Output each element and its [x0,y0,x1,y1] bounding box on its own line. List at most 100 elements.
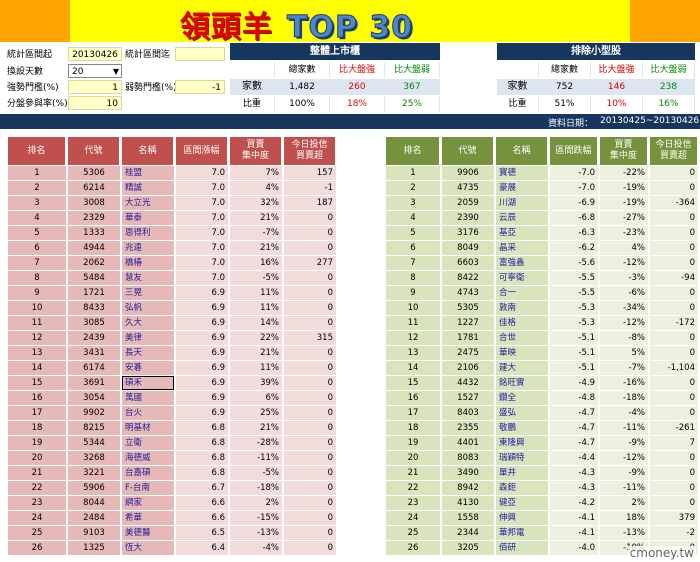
table-cell-code[interactable]: 4944 [68,241,120,255]
table-cell-range[interactable]: -5.1 [550,331,598,345]
table-cell-trust[interactable]: 0 [650,406,698,420]
table-cell-trust[interactable]: 0 [284,496,336,510]
table-row[interactable]: 3 2059 川湖 -6.9 -19% -364 [386,196,698,211]
table-cell-range[interactable]: 7.0 [176,181,228,195]
table-cell-code[interactable]: 5305 [442,301,494,315]
table-cell-code[interactable]: 5906 [68,481,120,495]
table-cell-rank[interactable]: 8 [8,271,66,285]
table-row[interactable]: 16 1527 鑽全 -4.8 -18% 0 [386,391,698,406]
table-cell-name[interactable]: 森鉅 [496,481,548,495]
table-cell-trust[interactable]: 0 [650,211,698,225]
table-row[interactable]: 19 5344 立衛 6.8 -28% 0 [8,436,336,451]
table-cell-code[interactable]: 4401 [442,436,494,450]
table-row[interactable]: 13 3431 長天 6.9 21% 0 [8,346,336,361]
table-cell-range[interactable]: -5.1 [550,346,598,360]
table-cell-trust[interactable]: -261 [650,421,698,435]
table-cell-name[interactable]: 三晃 [122,286,174,300]
table-cell-range[interactable]: -4.7 [550,421,598,435]
table-cell-code[interactable]: 3085 [68,316,120,330]
table-cell-rank[interactable]: 24 [8,511,66,525]
table-cell-trust[interactable]: 0 [284,346,336,360]
table-cell-trust[interactable]: 0 [650,451,698,465]
table-cell-concentration[interactable]: 2% [600,496,648,510]
table-cell-code[interactable]: 3205 [442,541,494,555]
table-cell-code[interactable]: 2062 [68,256,120,270]
table-cell-rank[interactable]: 15 [386,376,440,390]
table-cell-name[interactable]: 大立光 [122,196,174,210]
table-cell-range[interactable]: 6.8 [176,421,228,435]
table-cell-concentration[interactable]: 5% [600,346,648,360]
table-cell-concentration[interactable]: 39% [230,376,282,390]
table-cell-name[interactable]: 豪展 [496,181,548,195]
table-cell-range[interactable]: 6.9 [176,376,228,390]
table-cell-name[interactable]: 可寧衛 [496,271,548,285]
table-row[interactable]: 18 8215 明基材 6.8 21% 0 [8,421,336,436]
table-cell-name[interactable]: 川湖 [496,196,548,210]
table-cell-trust[interactable]: 0 [650,331,698,345]
table-cell-concentration[interactable]: -19% [600,196,648,210]
right-header-trust[interactable]: 今日投信 買賣超 [650,137,698,165]
table-cell-code[interactable]: 3691 [68,376,120,390]
table-cell-name[interactable]: 晶采 [496,241,548,255]
table-cell-concentration[interactable]: -28% [230,436,282,450]
table-cell-range[interactable]: 6.9 [176,316,228,330]
table-cell-code[interactable]: 9103 [68,526,120,540]
table-cell-code[interactable]: 1325 [68,541,120,555]
table-cell-code[interactable]: 3268 [68,451,120,465]
table-cell-name[interactable]: 基亞 [496,226,548,240]
table-cell-code[interactable]: 2329 [68,211,120,225]
table-cell-range[interactable]: 7.0 [176,211,228,225]
table-row[interactable]: 11 3085 久大 6.9 14% 0 [8,316,336,331]
table-cell-concentration[interactable]: 25% [230,406,282,420]
table-cell-name[interactable]: F-台南 [122,481,174,495]
table-cell-range[interactable]: -5.5 [550,286,598,300]
table-cell-name[interactable]: 盛弘 [496,406,548,420]
table-cell-range[interactable]: 6.7 [176,481,228,495]
table-cell-rank[interactable]: 6 [386,241,440,255]
table-cell-range[interactable]: -5.3 [550,316,598,330]
table-cell-concentration[interactable]: -4% [230,541,282,555]
table-cell-code[interactable]: 8942 [442,481,494,495]
table-cell-trust[interactable]: 0 [650,376,698,390]
chevron-down-icon[interactable]: ▼ [113,65,119,77]
table-cell-trust[interactable]: 0 [650,301,698,315]
left-header-name[interactable]: 名稱 [122,137,174,165]
table-cell-range[interactable]: -4.8 [550,391,598,405]
table-cell-concentration[interactable]: -19% [600,181,648,195]
table-cell-trust[interactable]: -94 [650,271,698,285]
right-header-range[interactable]: 區間跌幅 [550,137,598,165]
table-cell-trust[interactable]: 0 [284,241,336,255]
table-cell-range[interactable]: 6.9 [176,286,228,300]
table-row[interactable]: 6 4944 兆遠 7.0 21% 0 [8,241,336,256]
table-cell-concentration[interactable]: 21% [230,421,282,435]
table-cell-range[interactable]: 6.9 [176,331,228,345]
table-cell-concentration[interactable]: -13% [230,526,282,540]
table-cell-name[interactable]: 合世 [496,331,548,345]
left-header-trust[interactable]: 今日投信 買賣超 [284,137,336,165]
table-row[interactable]: 8 5484 慧友 7.0 -5% 0 [8,271,336,286]
table-row[interactable]: 23 4130 健亞 -4.2 2% 0 [386,496,698,511]
table-cell-concentration[interactable]: -18% [230,481,282,495]
table-row[interactable]: 7 2062 橋椿 7.0 16% 277 [8,256,336,271]
table-cell-trust[interactable]: 0 [650,286,698,300]
table-cell-concentration[interactable]: -16% [600,376,648,390]
table-cell-name[interactable]: 富強鑫 [496,256,548,270]
table-cell-range[interactable]: -7.0 [550,166,598,180]
table-cell-rank[interactable]: 26 [8,541,66,555]
table-cell-concentration[interactable]: -11% [600,481,648,495]
table-cell-rank[interactable]: 21 [386,466,440,480]
table-cell-rank[interactable]: 6 [8,241,66,255]
table-cell-rank[interactable]: 1 [8,166,66,180]
table-cell-name[interactable]: 精誠 [122,181,174,195]
table-row[interactable]: 5 3176 基亞 -6.3 -23% 0 [386,226,698,241]
table-cell-rank[interactable]: 26 [386,541,440,555]
table-cell-trust[interactable]: 0 [650,391,698,405]
table-row[interactable]: 1 5306 桂盟 7.0 7% 157 [8,166,336,181]
table-cell-trust[interactable]: 0 [650,346,698,360]
table-cell-trust[interactable]: 0 [284,421,336,435]
table-cell-concentration[interactable]: -6% [600,286,648,300]
table-row[interactable]: 7 6603 富強鑫 -5.6 -12% 0 [386,256,698,271]
table-cell-name[interactable]: 佰研 [496,541,548,555]
table-cell-concentration[interactable]: -4% [600,406,648,420]
table-cell-code[interactable]: 9906 [442,166,494,180]
